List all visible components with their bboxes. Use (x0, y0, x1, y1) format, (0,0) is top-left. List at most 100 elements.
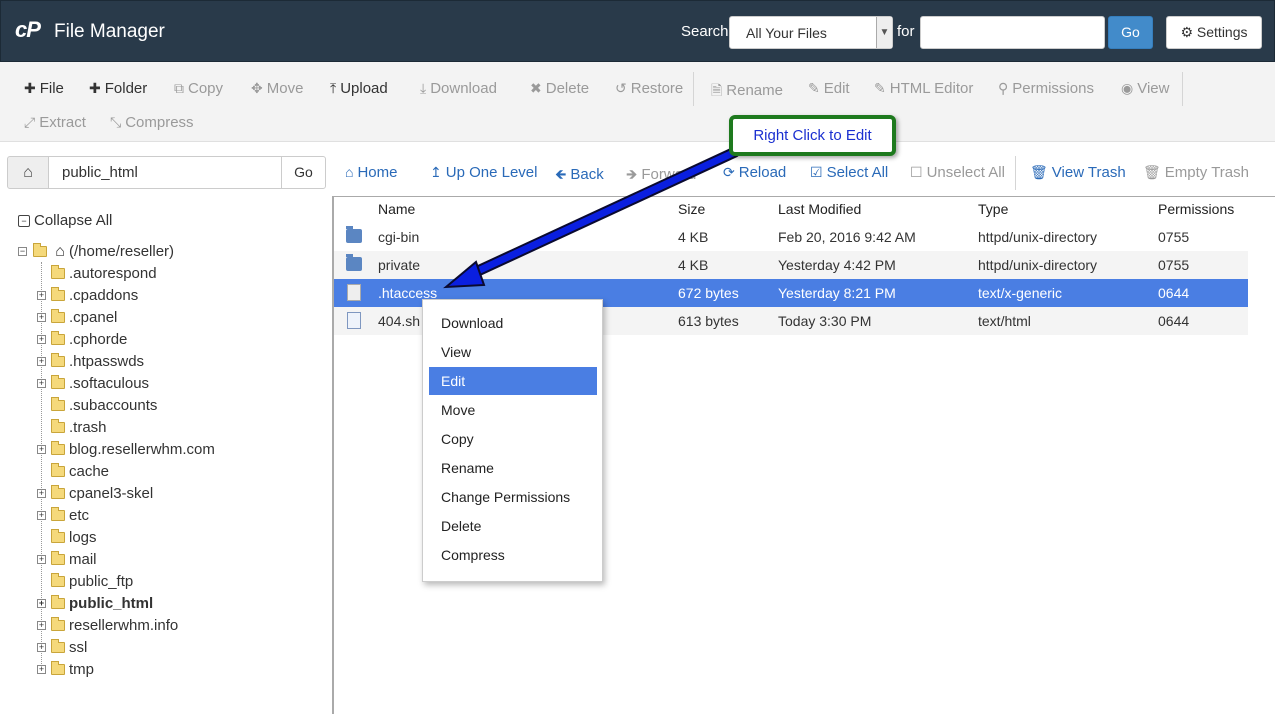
context-menu-item-change-permissions[interactable]: Change Permissions (429, 483, 597, 511)
table-row[interactable]: cgi-bin 4 KB Feb 20, 2016 9:42 AM httpd/uni… (334, 223, 1248, 251)
unselect-all-button[interactable]: ☐ Unselect All (910, 164, 1005, 181)
column-header-size[interactable]: Size (678, 201, 705, 217)
move-button[interactable]: ✥ Move (251, 80, 303, 97)
path-input[interactable]: public_html (48, 156, 282, 189)
tree-item[interactable]: + resellerwhm.info (36, 617, 178, 634)
cell-size: 613 bytes (678, 313, 739, 329)
text-file-icon (347, 284, 361, 301)
search-input[interactable] (920, 16, 1105, 49)
expand-toggle-icon[interactable]: + (37, 621, 46, 630)
settings-button[interactable]: ⚙ Settings (1166, 16, 1262, 49)
expand-toggle-icon[interactable]: + (37, 379, 46, 388)
edit-button[interactable]: ✎ Edit (808, 80, 850, 97)
folder-icon (51, 419, 65, 433)
permissions-button[interactable]: ⚲ Permissions (998, 80, 1094, 97)
expand-toggle-icon[interactable]: + (37, 511, 46, 520)
search-go-button[interactable]: Go (1108, 16, 1153, 49)
context-menu-item-edit[interactable]: Edit (429, 367, 597, 395)
column-header-name[interactable]: Name (378, 201, 415, 217)
context-menu-item-copy[interactable]: Copy (429, 425, 597, 453)
tree-item[interactable]: cache (36, 463, 109, 480)
tree-item[interactable]: + .cpaddons (36, 287, 138, 304)
delete-button[interactable]: ✖ Delete (530, 80, 589, 97)
context-menu-item-delete[interactable]: Delete (429, 512, 597, 540)
collapse-toggle-icon[interactable]: − (18, 247, 27, 256)
reload-button[interactable]: ⟳ Reload (723, 164, 786, 181)
plus-icon: ✚ (89, 80, 101, 96)
expand-toggle-icon[interactable]: + (37, 489, 46, 498)
cell-perms: 0755 (1158, 257, 1190, 273)
file-icon: 🗎 (711, 82, 723, 98)
view-trash-button[interactable]: 🗑 View Trash (1030, 164, 1126, 181)
column-header-modified[interactable]: Last Modified (778, 201, 861, 217)
tree-item[interactable]: .autorespond (36, 265, 157, 282)
html-editor-button[interactable]: ✎ HTML Editor (874, 80, 973, 97)
context-menu-item-compress[interactable]: Compress (429, 541, 597, 569)
move-icon: ✥ (251, 80, 263, 96)
cell-type: httpd/unix-directory (978, 257, 1098, 273)
tree-item[interactable]: .subaccounts (36, 397, 157, 414)
new-folder-button[interactable]: ✚ Folder (89, 80, 147, 97)
expand-toggle-icon[interactable]: + (37, 291, 46, 300)
restore-button[interactable]: ↺ Restore (615, 80, 683, 97)
upload-icon: ⤒ (330, 80, 337, 96)
new-file-button[interactable]: ✚ File (24, 80, 64, 97)
path-go-button[interactable]: Go (281, 156, 326, 189)
tree-item[interactable]: + .htpasswds (36, 353, 144, 370)
expand-toggle-icon[interactable]: + (37, 643, 46, 652)
tree-item[interactable]: + cpanel3-skel (36, 485, 153, 502)
extract-button[interactable]: ⤢ Extract (24, 114, 86, 131)
expand-toggle-icon[interactable]: + (37, 599, 46, 608)
tree-root[interactable]: − ⌂ (/home/reseller) (18, 243, 174, 261)
view-label: View (1137, 80, 1170, 97)
collapse-icon: − (18, 215, 30, 227)
download-button[interactable]: ⤓ Download (420, 80, 497, 97)
copy-button[interactable]: ⧉ Copy (174, 80, 223, 97)
tree-item[interactable]: + .cphorde (36, 331, 127, 348)
home-icon: ⌂ (345, 164, 354, 180)
context-menu-item-download[interactable]: Download (429, 309, 597, 337)
expand-toggle-icon[interactable]: + (37, 357, 46, 366)
tree-item[interactable]: + .softaculous (36, 375, 149, 392)
tree-item[interactable]: + blog.resellerwhm.com (36, 441, 215, 458)
collapse-all-link[interactable]: − Collapse All (18, 212, 112, 229)
expand-toggle-icon[interactable]: + (37, 665, 46, 674)
select-all-button[interactable]: ☑ Select All (810, 164, 888, 181)
eye-icon: ◉ (1121, 80, 1134, 96)
upload-button[interactable]: ⤒ Upload (330, 80, 388, 97)
tree-item[interactable]: logs (36, 529, 97, 546)
edit-label: Edit (823, 80, 850, 97)
view-button[interactable]: ◉ View (1121, 80, 1169, 97)
context-menu-item-rename[interactable]: Rename (429, 454, 597, 482)
search-scope-select[interactable]: All Your Files ▼ (729, 16, 893, 49)
tree-item[interactable]: + public_html (36, 595, 153, 612)
expand-toggle-icon[interactable]: + (37, 555, 46, 564)
expand-toggle-icon[interactable]: + (37, 313, 46, 322)
expand-toggle-icon[interactable]: + (37, 335, 46, 344)
tree-item[interactable]: + .cpanel (36, 309, 117, 326)
tree-item[interactable]: + etc (36, 507, 89, 524)
tree-item[interactable]: .trash (36, 419, 107, 436)
tree-item[interactable]: + tmp (36, 661, 94, 678)
expand-toggle-icon[interactable]: + (37, 445, 46, 454)
column-header-type[interactable]: Type (978, 201, 1008, 217)
nav-home-button[interactable]: ⌂ Home (345, 164, 397, 181)
context-menu-item-view[interactable]: View (429, 338, 597, 366)
table-row[interactable]: private 4 KB Yesterday 4:42 PM httpd/unix-d… (334, 251, 1248, 279)
empty-trash-button[interactable]: 🗑 Empty Trash (1143, 164, 1249, 181)
tree-item[interactable]: + mail (36, 551, 97, 568)
chevron-down-icon[interactable]: ▼ (876, 17, 892, 48)
key-icon: ⚲ (998, 80, 1009, 96)
forward-button[interactable]: 🡺 Forward (626, 164, 696, 188)
context-menu-item-move[interactable]: Move (429, 396, 597, 424)
back-button[interactable]: 🡸 Back (555, 164, 604, 188)
pencil-icon: ✎ (808, 80, 820, 96)
move-label: Move (266, 80, 304, 97)
up-one-level-button[interactable]: ↥ Up One Level (430, 164, 537, 181)
tree-item[interactable]: + ssl (36, 639, 87, 656)
rename-button[interactable]: 🗎 Rename (711, 80, 783, 104)
home-directory-button[interactable]: ⌂ (7, 156, 49, 189)
tree-item[interactable]: public_ftp (36, 573, 133, 590)
compress-button[interactable]: ⤡ Compress (110, 114, 194, 131)
column-header-permissions[interactable]: Permissions (1158, 201, 1234, 217)
